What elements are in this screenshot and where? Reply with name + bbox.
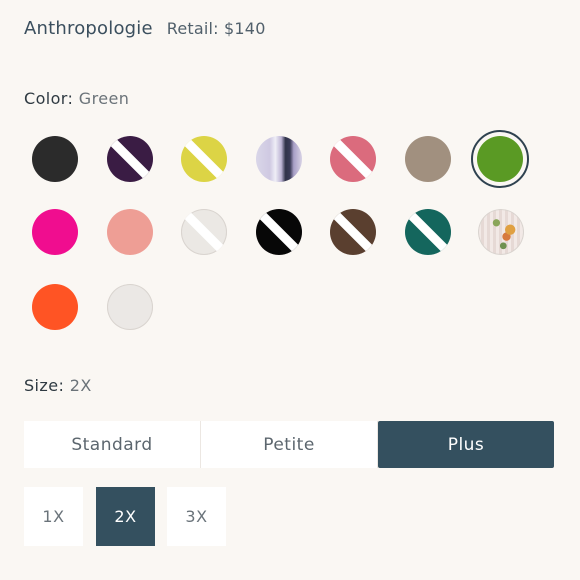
fit-tab-plus[interactable]: Plus — [378, 421, 554, 468]
fit-tab-standard[interactable]: Standard — [24, 421, 201, 468]
color-swatch-ivory[interactable] — [107, 284, 153, 330]
fit-selector: Standard Petite Plus — [24, 421, 554, 468]
color-swatch-brown[interactable] — [330, 209, 376, 255]
color-swatch-salmon[interactable] — [107, 209, 153, 255]
selected-color-name: Green — [78, 89, 130, 108]
product-header: Anthropologie Retail: $140 — [24, 18, 266, 39]
color-swatch-orange[interactable] — [32, 284, 78, 330]
color-swatch-lavender-stripe[interactable] — [256, 136, 302, 182]
size-button-1x[interactable]: 1X — [24, 487, 83, 546]
fit-tab-petite[interactable]: Petite — [201, 421, 378, 468]
size-button-3x[interactable]: 3X — [167, 487, 226, 546]
color-swatch-black-2[interactable] — [256, 209, 302, 255]
product-options-panel: Anthropologie Retail: $140 Color: Green … — [0, 0, 580, 580]
color-label-text: Color: — [24, 89, 74, 108]
size-label-text: Size: — [24, 376, 65, 395]
color-swatch-taupe[interactable] — [405, 136, 451, 182]
color-swatch-off-white[interactable] — [181, 209, 227, 255]
color-swatch-pink[interactable] — [330, 136, 376, 182]
size-button-2x[interactable]: 2X — [96, 487, 155, 546]
color-swatch-teal[interactable] — [405, 209, 451, 255]
color-swatch-yellow[interactable] — [181, 136, 227, 182]
size-label: Size: 2X — [24, 376, 92, 395]
selected-size-value: 2X — [69, 376, 92, 395]
color-swatch-magenta[interactable] — [32, 209, 78, 255]
brand-name[interactable]: Anthropologie — [24, 18, 153, 39]
color-swatch-green[interactable] — [477, 136, 523, 182]
retail-price: Retail: $140 — [166, 19, 266, 38]
color-swatch-purple[interactable] — [107, 136, 153, 182]
color-swatch-black[interactable] — [32, 136, 78, 182]
color-swatch-floral-print[interactable] — [478, 209, 524, 255]
color-label: Color: Green — [24, 89, 129, 108]
